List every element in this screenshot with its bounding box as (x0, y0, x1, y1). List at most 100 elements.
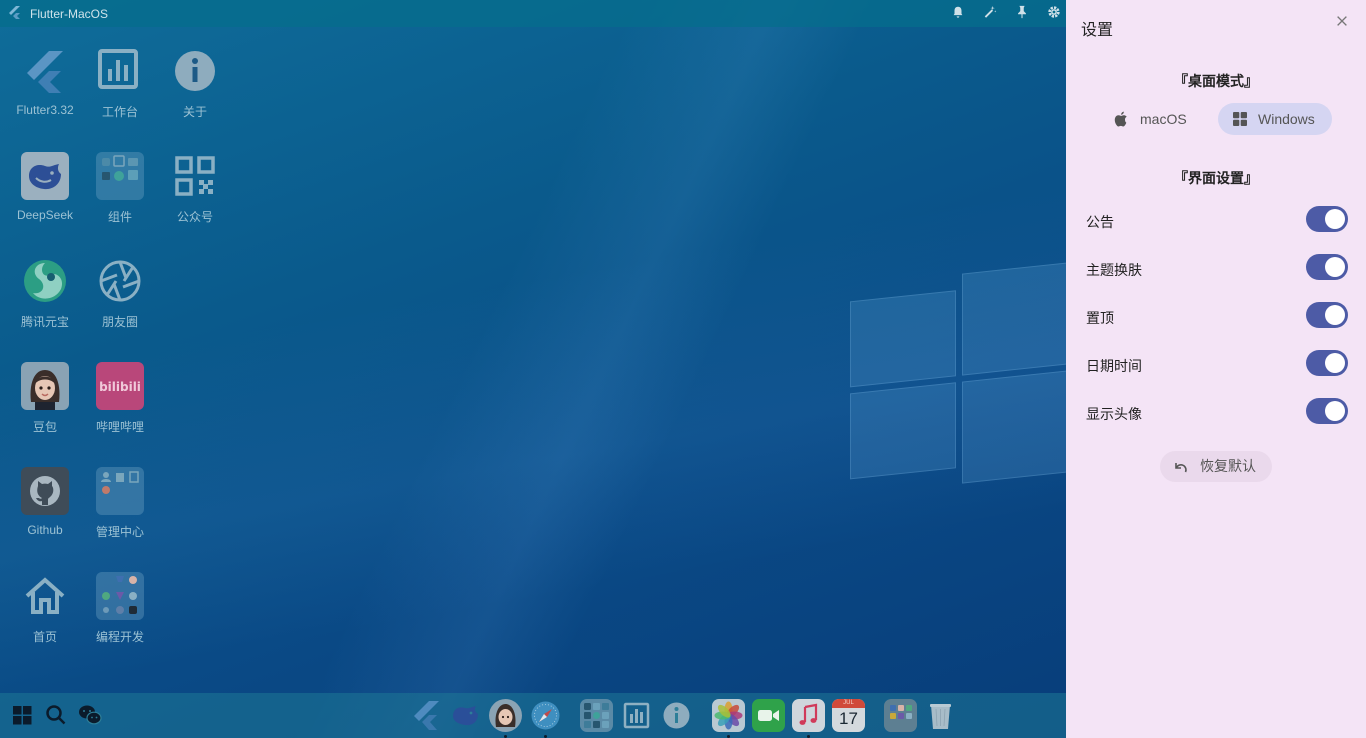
close-icon[interactable] (1332, 14, 1352, 34)
search-icon[interactable] (40, 699, 72, 731)
dock-bar-chart-icon[interactable] (620, 699, 653, 732)
flutter-logo-icon (9, 6, 20, 19)
toggle-knob (1325, 353, 1345, 373)
desktop-icon-label: 公众号 (176, 210, 213, 224)
apple-icon (1114, 111, 1127, 127)
setting-row-avatar: 显示头像 (1086, 398, 1348, 426)
dock-deepseek-icon[interactable] (449, 699, 482, 732)
dock-doubao-avatar-icon[interactable] (489, 699, 522, 738)
setting-label: 公告 (1086, 214, 1114, 230)
theme-toggle[interactable] (1306, 254, 1348, 280)
desktop-icon-label: 工作台 (101, 105, 138, 119)
datetime-toggle[interactable] (1306, 350, 1348, 376)
yuanbao-icon (21, 257, 69, 305)
desktop-icon-label: 关于 (182, 105, 207, 119)
desktop-mode-title: 『桌面模式』 (1174, 73, 1258, 89)
dock-trash-icon[interactable] (924, 699, 957, 732)
reset-label: 恢复默认 (1200, 458, 1256, 474)
title-bar: Flutter-MacOS (0, 0, 1066, 27)
desktop-icon-admin-center[interactable]: 管理中心 (80, 467, 160, 540)
announcement-toggle[interactable] (1306, 206, 1348, 232)
desktop-icon-label: 管理中心 (95, 525, 144, 539)
setting-row-theme: 主题换肤 (1086, 254, 1348, 282)
desktop: Flutter-MacOS Flutter3.32 工作台 关于 DeepSee… (0, 0, 1066, 738)
window-title: Flutter-MacOS (30, 7, 109, 21)
dock-widgets-folder-icon[interactable] (580, 699, 613, 732)
setting-row-announcement: 公告 (1086, 206, 1348, 234)
toggle-knob (1325, 401, 1345, 421)
toggle-knob (1325, 305, 1345, 325)
pin-icon[interactable] (1014, 5, 1030, 21)
flutter-icon (21, 47, 69, 95)
toggle-knob (1325, 209, 1345, 229)
desktop-icon-moments[interactable]: 朋友圈 (80, 257, 160, 330)
bell-icon[interactable] (950, 5, 966, 21)
desktop-icon-bilibili[interactable]: bilibili 哔哩哔哩 (80, 362, 160, 435)
dock-info-icon[interactable] (660, 699, 693, 732)
dock-music-icon[interactable] (792, 699, 825, 738)
setting-label: 主题换肤 (1086, 262, 1142, 278)
windows-icon (1233, 112, 1247, 126)
desktop-icon-flutter[interactable]: Flutter3.32 (5, 47, 85, 117)
mode-windows-button[interactable]: Windows (1218, 103, 1332, 135)
setting-label: 显示头像 (1086, 406, 1142, 422)
bilibili-icon: bilibili (96, 362, 144, 410)
taskbar: JUL 17 (0, 693, 1066, 738)
desktop-icon-label: 豆包 (32, 420, 57, 434)
desktop-icon-dev[interactable]: 编程开发 (80, 572, 160, 645)
dock-facetime-icon[interactable] (752, 699, 785, 732)
reset-default-button[interactable]: 恢复默认 (1160, 451, 1272, 482)
dock-photos-icon[interactable] (712, 699, 745, 738)
desktop-icon-deepseek[interactable]: DeepSeek (5, 152, 85, 222)
dock-calendar-icon[interactable]: JUL 17 (832, 699, 865, 732)
desktop-icon-workbench[interactable]: 工作台 (80, 47, 160, 120)
pin-top-toggle[interactable] (1306, 302, 1348, 328)
undo-icon (1175, 463, 1187, 473)
ui-settings-title: 『界面设置』 (1174, 170, 1258, 186)
mode-label: Windows (1258, 111, 1315, 127)
desktop-icon-label: 哔哩哔哩 (95, 420, 144, 434)
desktop-icon-yuanbao[interactable]: 腾讯元宝 (5, 257, 85, 330)
widgets-folder-icon (96, 152, 144, 200)
info-icon (171, 47, 219, 95)
bar-chart-icon (96, 47, 144, 95)
desktop-icon-label: 腾讯元宝 (20, 315, 69, 329)
home-icon (21, 572, 69, 620)
desktop-icon-doubao[interactable]: 豆包 (5, 362, 85, 435)
desktop-icon-about[interactable]: 关于 (155, 47, 235, 120)
github-icon (21, 467, 69, 515)
desktop-icon-label: Flutter3.32 (16, 103, 74, 117)
settings-panel: 设置 『桌面模式』 macOS Windows 『界面设置』 公告 主题换肤 置… (1066, 0, 1366, 738)
desktop-icon-label: 首页 (32, 630, 57, 644)
setting-label: 日期时间 (1086, 358, 1142, 374)
desktop-icon-label: Github (27, 523, 63, 537)
mode-label: macOS (1140, 111, 1187, 127)
calendar-month: JUL (843, 700, 854, 706)
desktop-icon-label: DeepSeek (16, 208, 74, 222)
magic-wand-icon[interactable] (982, 5, 998, 21)
admin-folder-icon (96, 467, 144, 515)
dock-safari-icon[interactable] (529, 699, 562, 738)
gear-icon[interactable] (1046, 5, 1062, 21)
wallpaper-windows-logo (850, 257, 1066, 512)
desktop-icon-label: 朋友圈 (101, 315, 138, 329)
windows-start-icon[interactable] (6, 699, 38, 731)
doubao-avatar-icon (21, 362, 69, 410)
dev-folder-icon (96, 572, 144, 620)
avatar-toggle[interactable] (1306, 398, 1348, 424)
setting-row-pin-top: 置顶 (1086, 302, 1348, 330)
desktop-icon-label: 编程开发 (95, 630, 144, 644)
wechat-icon[interactable] (74, 699, 106, 731)
desktop-icon-home[interactable]: 首页 (5, 572, 85, 645)
setting-label: 置顶 (1086, 310, 1114, 326)
dock-flutter-icon[interactable] (410, 699, 443, 732)
aperture-icon (96, 257, 144, 305)
qrcode-icon (171, 152, 219, 200)
desktop-icon-github[interactable]: Github (5, 467, 85, 537)
mode-macos-button[interactable]: macOS (1100, 103, 1206, 135)
deepseek-icon (21, 152, 69, 200)
desktop-icon-official-account[interactable]: 公众号 (155, 152, 235, 225)
toggle-knob (1325, 257, 1345, 277)
dock-apps-folder-icon[interactable] (884, 699, 917, 732)
desktop-icon-widgets[interactable]: 组件 (80, 152, 160, 225)
